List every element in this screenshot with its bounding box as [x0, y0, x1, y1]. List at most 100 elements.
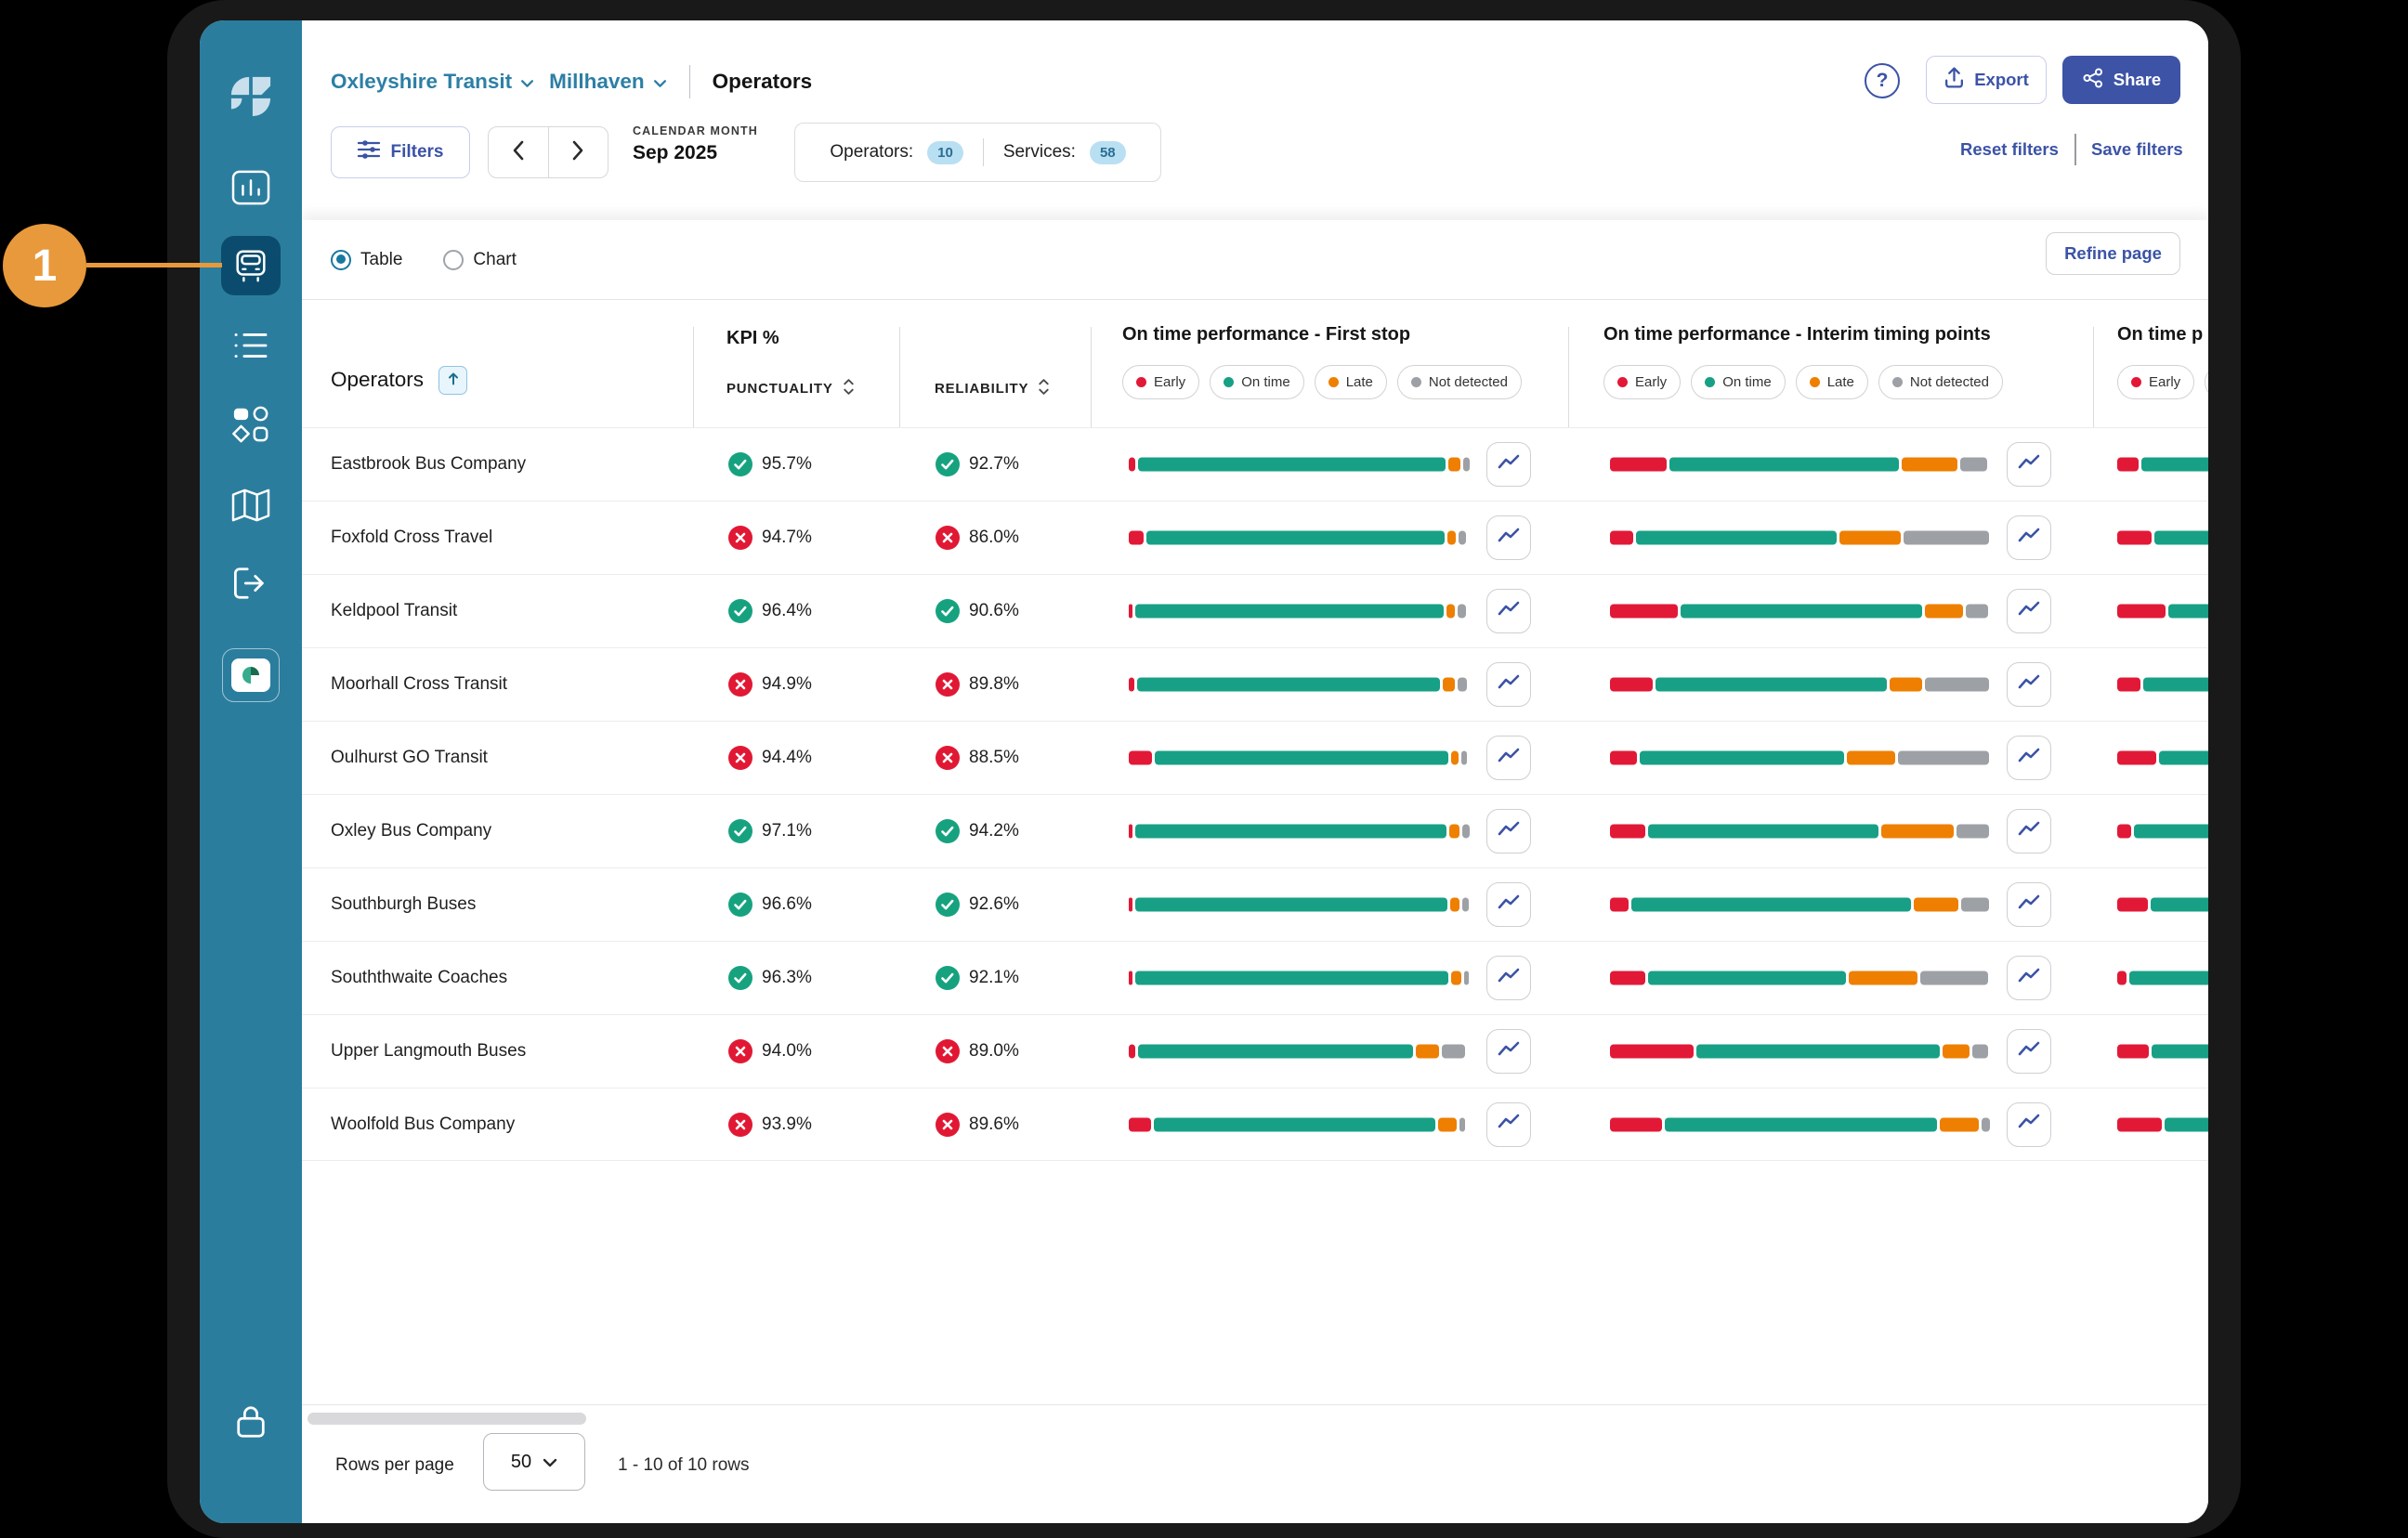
kpi-value: 94.7%: [762, 528, 812, 547]
bar-segment: [1972, 1044, 1989, 1059]
check-circle-icon: [728, 599, 752, 623]
trend-sparkline-button[interactable]: [1486, 736, 1531, 780]
breadcrumb: Oxleyshire Transit Millhaven Operators: [331, 61, 812, 102]
nav-item-map[interactable]: [230, 488, 271, 523]
view-toggle-label: Table: [360, 249, 403, 269]
header-divider: [2093, 327, 2094, 427]
bar-segment: [1446, 604, 1455, 619]
nav-item-lock[interactable]: [233, 1402, 268, 1441]
trend-sparkline-button[interactable]: [1486, 956, 1531, 1000]
horizontal-scrollbar-thumb[interactable]: [308, 1413, 586, 1425]
logout-icon: [231, 566, 270, 601]
bar-segment: [1695, 1044, 1940, 1059]
filters-button[interactable]: Filters: [331, 126, 470, 178]
next-month-button[interactable]: [549, 127, 609, 177]
legend-chip-late: Late: [1314, 365, 1387, 399]
otp-bar-last: [2117, 1117, 2208, 1131]
help-button[interactable]: ?: [1865, 63, 1900, 98]
trend-sparkline-button[interactable]: [2007, 515, 2051, 560]
trend-sparkline-button[interactable]: [1486, 442, 1531, 487]
sort-icon[interactable]: [843, 378, 855, 399]
breadcrumb-area-dropdown[interactable]: Millhaven: [549, 70, 667, 94]
check-circle-icon: [936, 599, 960, 623]
trend-sparkline-button[interactable]: [2007, 1101, 2051, 1147]
trend-sparkline-button[interactable]: [2007, 662, 2051, 707]
sort-ascending-button[interactable]: [438, 365, 468, 395]
trend-sparkline-button[interactable]: [1486, 809, 1531, 854]
trend-sparkline-button[interactable]: [1486, 1029, 1531, 1074]
bar-segment: [1457, 604, 1467, 619]
otp-bar-last: [2117, 971, 2208, 985]
check-circle-icon: [728, 452, 752, 476]
legend-dot-icon: [1891, 377, 1903, 387]
trend-sparkline-button[interactable]: [1486, 515, 1531, 560]
trend-sparkline-button[interactable]: [2007, 442, 2051, 487]
operator-name: Souththwaite Coaches: [331, 968, 508, 987]
bar-segment: [2117, 604, 2166, 619]
trend-sparkline-button[interactable]: [2007, 1029, 2051, 1074]
table-row: Woolfold Bus Company 93.9% 89.6%: [302, 1088, 2208, 1161]
bar-segment: [1680, 604, 1922, 619]
bus-icon: [231, 246, 270, 285]
otp-bar-interim: [1610, 824, 1990, 839]
legend-dot-icon: [1224, 377, 1235, 387]
sort-icon[interactable]: [1038, 378, 1050, 399]
bar-segment: [1648, 971, 1847, 985]
nav-item-logout[interactable]: [231, 566, 270, 601]
trend-sparkline-button[interactable]: [2007, 809, 2051, 854]
trend-sparkline-button[interactable]: [2007, 956, 2051, 1000]
trend-sparkline-button[interactable]: [1486, 662, 1531, 707]
nav-item-app-tile[interactable]: [222, 648, 280, 702]
section-title-first-stop: On time performance - First stop: [1122, 324, 1411, 345]
share-button[interactable]: Share: [2062, 56, 2180, 104]
services-count-label: Services:: [1002, 142, 1076, 162]
view-toggle-table[interactable]: Table: [331, 249, 403, 270]
otp-bar-first: [1129, 604, 1470, 619]
rows-per-page-select[interactable]: 50: [483, 1433, 585, 1491]
otp-bar-first: [1129, 677, 1470, 692]
previous-month-button[interactable]: [489, 127, 549, 177]
bar-segment: [1960, 457, 1987, 472]
sparkline-icon: [1497, 746, 1521, 771]
bar-segment: [1129, 897, 1133, 912]
calendar-caption: CALENDAR MONTH: [633, 124, 758, 137]
otp-bar-first: [1129, 897, 1470, 912]
operator-name: Oulhurst GO Transit: [331, 748, 488, 767]
legend-chip-early: Early: [1122, 365, 1200, 399]
bar-segment: [1129, 1117, 1151, 1131]
table-row: Upper Langmouth Buses 94.0% 89.0%: [302, 1014, 2208, 1088]
nav-item-categories[interactable]: [231, 404, 270, 443]
trend-sparkline-button[interactable]: [1486, 589, 1531, 633]
save-filters-link[interactable]: Save filters: [2091, 139, 2183, 160]
trend-sparkline-button[interactable]: [1486, 882, 1531, 927]
reset-filters-link[interactable]: Reset filters: [1960, 139, 2059, 160]
legend-chip-label: Early: [1635, 374, 1668, 390]
kpi-value: 90.6%: [969, 601, 1019, 620]
arrow-up-icon: [447, 368, 460, 392]
dashboard-icon: [231, 170, 270, 205]
bar-segment: [1129, 604, 1132, 619]
trend-sparkline-button[interactable]: [2007, 882, 2051, 927]
nav-item-services[interactable]: [232, 331, 269, 360]
sparkline-icon: [1497, 1112, 1521, 1137]
nav-item-dashboard[interactable]: [231, 170, 270, 205]
breadcrumb-network-dropdown[interactable]: Oxleyshire Transit: [331, 70, 534, 94]
nav-item-operators[interactable]: [221, 236, 281, 295]
refine-page-button[interactable]: Refine page: [2046, 232, 2180, 275]
trend-sparkline-button[interactable]: [2007, 589, 2051, 633]
view-toggle-chart[interactable]: Chart: [443, 249, 517, 270]
trend-sparkline-button[interactable]: [1486, 1101, 1531, 1147]
bar-segment: [1134, 824, 1447, 839]
bar-segment: [1129, 530, 1145, 545]
chevron-down-icon: [543, 1452, 557, 1473]
otp-bar-interim: [1610, 677, 1990, 692]
bar-segment: [1449, 824, 1459, 839]
bar-segment: [1897, 750, 1989, 765]
trend-sparkline-button[interactable]: [2007, 736, 2051, 780]
bar-segment: [1610, 530, 1633, 545]
sparkline-icon: [1497, 526, 1521, 551]
export-button[interactable]: Export: [1926, 56, 2047, 104]
table-card: Table Chart Refine page Operators KPI % P…: [302, 220, 2208, 1523]
app-logo[interactable]: [229, 75, 272, 118]
legend-chip-label: Late: [1826, 374, 1854, 390]
